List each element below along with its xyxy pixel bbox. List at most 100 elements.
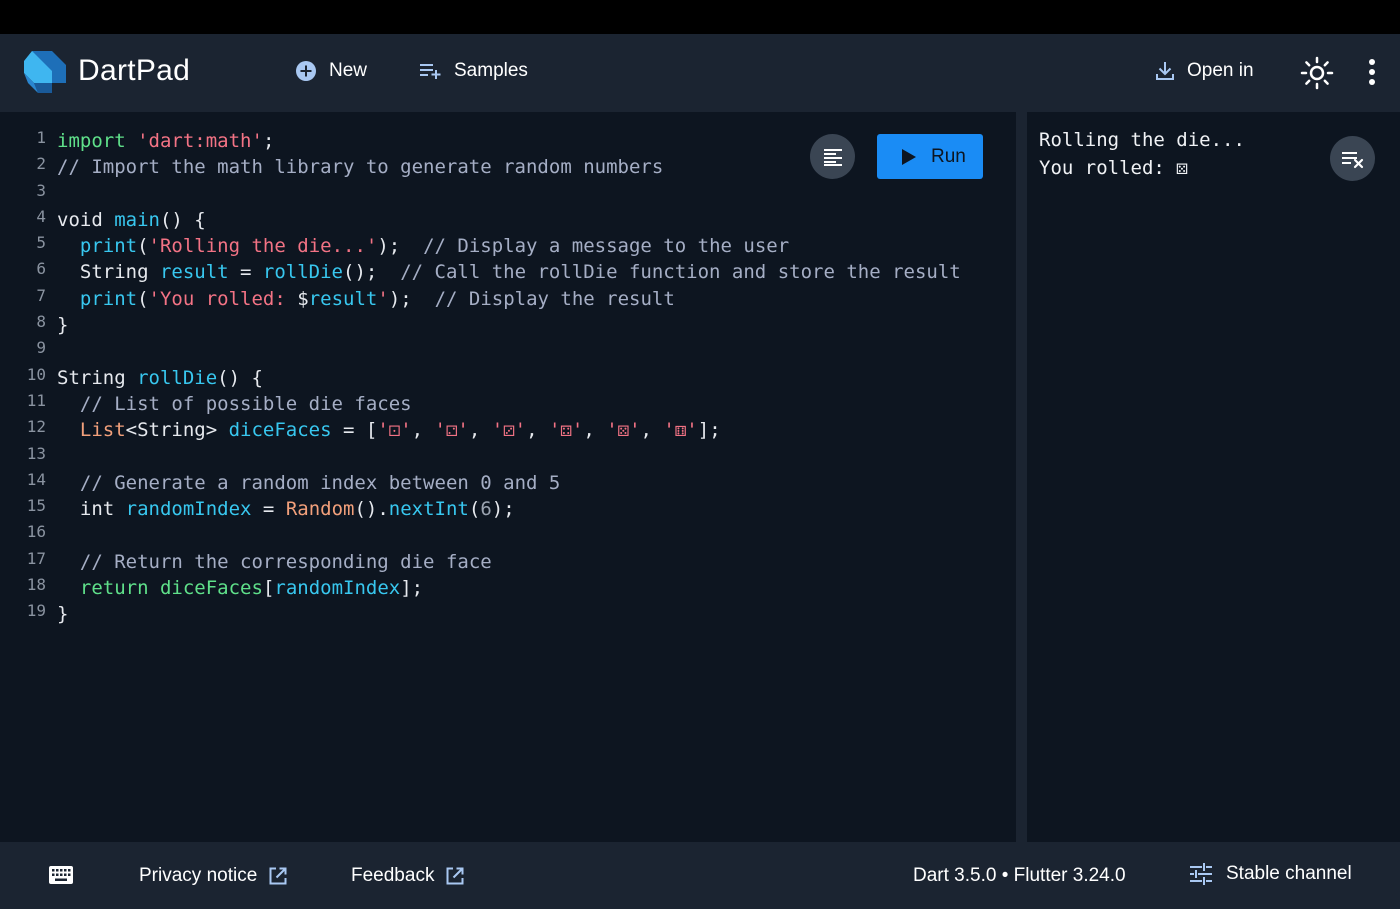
code-token: '⚅': [663, 419, 698, 442]
code-token: diceFaces: [159, 577, 263, 600]
clear-output-button[interactable]: [1330, 136, 1375, 181]
top-black-band: [0, 0, 1400, 34]
add-circle-icon: [296, 61, 316, 81]
code-token: return: [79, 577, 149, 600]
open-in-button[interactable]: Open in: [1155, 60, 1254, 82]
line-number: 18: [26, 575, 46, 595]
code-token: () {: [159, 208, 206, 231]
code-token: diceFaces: [228, 419, 332, 442]
line-number: 11: [26, 390, 46, 410]
channel-label: Stable channel: [1226, 863, 1352, 884]
run-button[interactable]: Run: [877, 134, 983, 179]
line-number: 9: [36, 338, 46, 358]
open-external-icon: [446, 867, 464, 885]
privacy-notice-label: Privacy notice: [139, 865, 258, 886]
code-token: // Call the rollDie function and store t…: [400, 261, 961, 284]
code-token: );: [388, 287, 435, 310]
code-token: Random: [285, 498, 355, 521]
code-token: rollDie: [262, 261, 343, 284]
more-vert-icon[interactable]: [1362, 58, 1382, 88]
panel-divider[interactable]: [1016, 112, 1027, 842]
code-token: [: [262, 577, 275, 600]
line-number: 15: [26, 496, 46, 516]
code-token: '⚀': [377, 419, 412, 442]
code-token: // Generate a random index between 0 and…: [79, 471, 561, 494]
code-token: '⚁': [434, 419, 469, 442]
line-number: 13: [26, 443, 46, 463]
code-token: =: [228, 261, 263, 284]
line-number: 6: [36, 259, 46, 279]
app-footer: Privacy notice Feedback Dart 3.5.0 • Flu…: [0, 842, 1400, 909]
keyboard-icon[interactable]: [49, 866, 73, 884]
code-text: // Import the math library to generate r…: [57, 154, 663, 180]
output-console: Rolling the die... You rolled: ⚄: [1027, 112, 1400, 842]
code-token: ,: [583, 419, 607, 442]
code-token: );: [491, 498, 515, 521]
code-token: ];: [697, 419, 721, 442]
code-text: // List of possible die faces: [57, 391, 412, 417]
format-button[interactable]: [810, 134, 855, 179]
code-token: 6: [480, 498, 492, 521]
code-token: (: [137, 287, 149, 310]
code-text: print('Rolling the die...'); // Display …: [57, 233, 789, 259]
code-token: nextInt: [388, 498, 469, 521]
line-number: 8: [36, 312, 46, 332]
code-token: ().: [354, 498, 389, 521]
code-token: () {: [217, 366, 263, 389]
privacy-notice-link[interactable]: Privacy notice: [139, 865, 287, 887]
open-external-icon: [269, 867, 287, 885]
code-token: import: [57, 130, 126, 152]
code-token: (: [468, 498, 481, 521]
sun-icon[interactable]: [1300, 56, 1334, 90]
output-text: Rolling the die... You rolled: ⚄: [1039, 126, 1245, 182]
line-number: 3: [36, 180, 46, 200]
output-line: Rolling the die...: [1039, 129, 1245, 151]
code-token: $: [297, 287, 309, 310]
code-token: // Display a message to the user: [423, 235, 790, 258]
line-number: 1: [36, 128, 46, 147]
line-number: 4: [36, 206, 46, 226]
channel-button[interactable]: Stable channel: [1190, 863, 1352, 885]
feedback-link[interactable]: Feedback: [351, 865, 464, 887]
new-button[interactable]: New: [295, 60, 367, 82]
code-editor[interactable]: 1 import 'dart:math'; 2 // Import the math …: [0, 112, 1016, 842]
samples-button[interactable]: Samples: [420, 60, 528, 82]
app-title: DartPad: [78, 54, 191, 87]
line-number: 16: [26, 522, 46, 542]
code-text: return diceFaces[randomIndex];: [57, 575, 423, 601]
code-token: ];: [400, 577, 424, 600]
code-token: ': [377, 287, 389, 310]
code-token: = [: [331, 419, 378, 442]
code-text: // Generate a random index between 0 and…: [57, 470, 560, 496]
line-number: 19: [26, 601, 46, 621]
line-number: 12: [26, 417, 46, 437]
code-token: ,: [411, 419, 435, 442]
version-info: Dart 3.5.0 • Flutter 3.24.0: [913, 865, 1126, 886]
code-token: 'You rolled:: [148, 287, 298, 310]
code-token: '⚄': [606, 419, 641, 442]
code-token: rollDie: [137, 366, 218, 389]
code-token: // Import the math library to generate r…: [57, 156, 664, 179]
code-token: }: [57, 603, 69, 626]
open-in-button-label: Open in: [1187, 60, 1254, 81]
code-text: }: [57, 601, 68, 627]
code-token: // List of possible die faces: [79, 392, 412, 415]
output-line: You rolled: ⚄: [1039, 157, 1188, 179]
line-number: 7: [36, 285, 46, 305]
code-token: // Return the corresponding die face: [79, 550, 492, 573]
code-token: print: [79, 235, 138, 258]
dart-logo-icon[interactable]: [22, 49, 68, 95]
code-text: int randomIndex = Random().nextInt(6);: [57, 496, 515, 522]
code-token: print: [79, 287, 138, 310]
code-token: result: [308, 287, 378, 310]
code-token: 'Rolling the die...': [148, 235, 378, 258]
code-token: ;: [262, 130, 275, 152]
download-icon: [1156, 62, 1174, 80]
